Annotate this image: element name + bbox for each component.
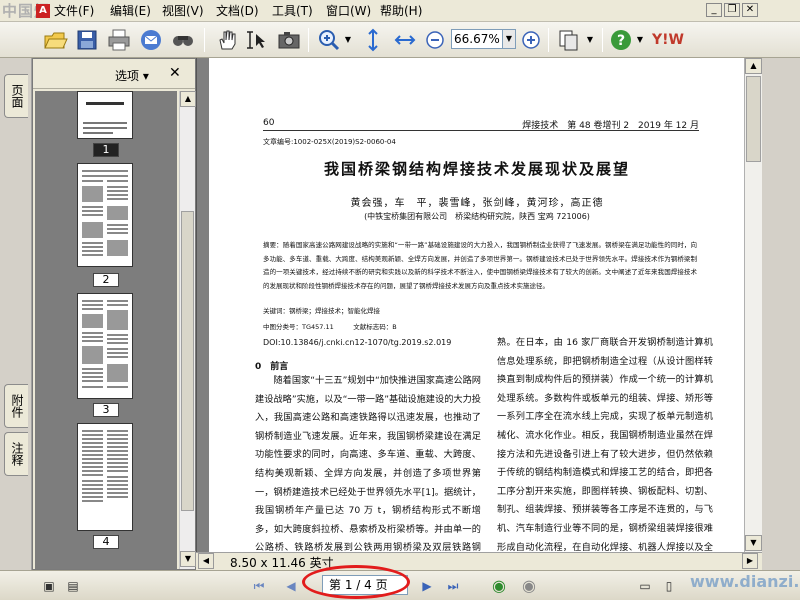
thumbnail-label: 2 <box>93 273 119 287</box>
scroll-left-icon[interactable]: ◀ <box>198 553 214 569</box>
thumbnail-page-3[interactable] <box>77 293 133 399</box>
tab-comments[interactable]: 注释 <box>4 432 28 476</box>
header-rule <box>263 130 699 131</box>
thumbnail-page-1[interactable] <box>77 91 133 139</box>
menu-file[interactable]: 文件(F) <box>54 3 94 19</box>
close-icon[interactable]: ✕ <box>169 65 181 81</box>
zoom-dropdown-icon[interactable]: ▼ <box>502 29 516 49</box>
scroll-right-icon[interactable]: ▶ <box>742 553 758 569</box>
menu-view[interactable]: 视图(V) <box>162 3 204 19</box>
article-number: 文章编号:1002-025X(2019)S2-0060-04 <box>263 138 396 146</box>
app-icon[interactable]: A <box>36 4 50 18</box>
scroll-down-icon[interactable]: ▼ <box>180 551 196 567</box>
document-page: 60 焊接技术 第 48 卷增刊 2 2019 年 12 月 文章编号:1002… <box>209 58 744 552</box>
email-icon[interactable] <box>138 27 164 53</box>
toolbar: ▼ 66.67% ▼ ▼ ? ▼ Y!W <box>0 22 800 58</box>
restore-icon[interactable]: ❐ <box>724 3 740 17</box>
page-number: 60 <box>263 118 275 128</box>
thumbnail-list[interactable]: 1 2 3 4 <box>35 91 177 569</box>
last-page-icon[interactable]: ⏭ <box>444 577 462 595</box>
page-layout-icon[interactable] <box>556 27 582 53</box>
menu-bar: 中国焊 A 文件(F) 编辑(E) 视图(V) 文档(D) 工具(T) 窗口(W… <box>0 0 800 22</box>
tab-pages[interactable]: 页面 <box>4 74 28 118</box>
next-page-icon[interactable]: ▶ <box>418 577 436 595</box>
minimize-icon[interactable]: _ <box>706 3 722 17</box>
article-abstract: 摘要：随着国家高速公路网建设战略的实施和“一带一路”基础设施建设的大力投入，我国… <box>263 241 697 290</box>
document-scrollbar[interactable]: ▲ ▼ <box>744 58 762 552</box>
select-text-icon[interactable] <box>244 27 270 53</box>
zoom-in-tool-icon[interactable] <box>316 27 342 53</box>
save-icon[interactable] <box>74 27 100 53</box>
article-classification: 中图分类号：TG457.11 文献标志码：B <box>263 323 397 331</box>
highlight-ring <box>302 565 410 599</box>
zoom-tool-dropdown-icon[interactable]: ▼ <box>342 27 354 53</box>
section-heading: 0 前言 <box>255 362 289 372</box>
go-back-icon[interactable]: ◉ <box>490 577 508 595</box>
toolbar-separator <box>602 28 603 52</box>
pages-panel: 选项 ▾ ✕ 1 2 3 4 ▲ ▼ <box>32 58 196 570</box>
first-page-icon[interactable]: ⏮ <box>250 577 268 595</box>
help-dropdown-icon[interactable]: ▼ <box>634 27 646 53</box>
panel-scrollbar[interactable]: ▲ ▼ <box>179 91 196 569</box>
page-layout-dropdown-icon[interactable]: ▼ <box>584 27 596 53</box>
column-left: 随着国家“十三五”规划中“加快推进国家高速公路网建设战略”实施，以及“一带一路”… <box>255 375 481 552</box>
scroll-thumb[interactable] <box>181 211 194 511</box>
toolbar-separator <box>548 28 549 52</box>
right-gutter <box>762 58 800 570</box>
column-right: 熟。在日本，由 16 家厂商联合开发钢桥制造计算机信息处理系统，即把钢桥制造全过… <box>497 337 713 552</box>
navigation-tabs: 页面 附件 注释 <box>0 58 32 570</box>
menu-window[interactable]: 窗口(W) <box>326 3 371 19</box>
article-authors: 黄会强，车 平，裴雪峰，张剑峰，黄河珍，高正德 <box>350 198 604 209</box>
help-icon[interactable]: ? <box>608 27 634 53</box>
hand-icon[interactable] <box>214 27 240 53</box>
zoom-in-icon[interactable] <box>518 27 544 53</box>
panel-toggle-icon[interactable]: ▣ <box>40 577 58 595</box>
scroll-up-icon[interactable]: ▲ <box>180 91 196 107</box>
snapshot-icon[interactable] <box>276 27 302 53</box>
search-icon[interactable] <box>170 27 196 53</box>
fit-page-icon[interactable] <box>360 27 386 53</box>
toolbar-separator <box>204 28 205 52</box>
layout-icon[interactable]: ▤ <box>64 577 82 595</box>
document-view[interactable]: 60 焊接技术 第 48 卷增刊 2 2019 年 12 月 文章编号:1002… <box>196 58 744 552</box>
article-doi: DOI:10.13846/j.cnki.cn12-1070/tg.2019.s2… <box>263 338 452 347</box>
menu-help[interactable]: 帮助(H) <box>380 3 422 19</box>
thumbnail-label: 4 <box>93 535 119 549</box>
menu-edit[interactable]: 编辑(E) <box>110 3 151 19</box>
go-forward-icon[interactable]: ◉ <box>520 577 538 595</box>
close-window-icon[interactable]: ✕ <box>742 3 758 17</box>
scroll-thumb[interactable] <box>746 76 761 162</box>
thumbnail-page-2[interactable] <box>77 163 133 267</box>
menu-tools[interactable]: 工具(T) <box>272 3 313 19</box>
tab-attachments[interactable]: 附件 <box>4 384 28 428</box>
options-menu[interactable]: 选项 ▾ <box>115 67 149 84</box>
fit-width-icon[interactable] <box>392 27 418 53</box>
thumbnail-label: 3 <box>93 403 119 417</box>
single-page-icon[interactable]: ▭ <box>636 577 654 595</box>
scroll-up-icon[interactable]: ▲ <box>745 58 762 74</box>
page-size-label: 8.50 x 11.46 英寸 <box>230 556 334 570</box>
continuous-icon[interactable]: ▯ <box>660 577 678 595</box>
thumbnail-label: 1 <box>93 143 119 157</box>
open-icon[interactable] <box>42 27 68 53</box>
previous-page-icon[interactable]: ◀ <box>282 577 300 595</box>
scroll-down-icon[interactable]: ▼ <box>745 535 762 551</box>
zoom-out-icon[interactable] <box>422 27 448 53</box>
article-keywords: 关键词：钢桥梁；焊接技术；智能化焊接 <box>263 307 380 315</box>
thumbnail-page-4[interactable] <box>77 423 133 531</box>
toolbar-separator <box>308 28 309 52</box>
brand-logo: Y!W <box>652 32 684 48</box>
watermark-bottom-right: www.dianzi.com <box>690 572 800 591</box>
article-title: 我国桥梁钢结构焊接技术发展现状及展望 <box>323 160 630 178</box>
zoom-input[interactable]: 66.67% <box>451 29 503 49</box>
menu-document[interactable]: 文档(D) <box>216 3 259 19</box>
article-affiliation: (中铁宝桥集团有限公司 桥梁结构研究院，陕西 宝鸡 721006) <box>364 212 590 221</box>
panel-header: 选项 ▾ ✕ <box>33 59 195 89</box>
print-icon[interactable] <box>106 27 132 53</box>
svg-text:?: ? <box>617 33 625 49</box>
horizontal-scrollbar[interactable]: ◀ 8.50 x 11.46 英寸 ▶ <box>196 552 762 570</box>
